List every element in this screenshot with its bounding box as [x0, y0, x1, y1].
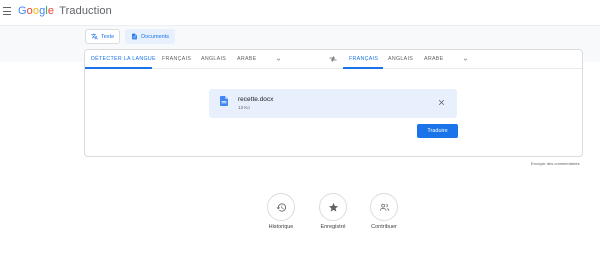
logo-letter: e: [47, 5, 55, 17]
history-circle: [267, 193, 295, 221]
document-icon: [132, 33, 137, 40]
file-size: 13 Ko: [238, 105, 250, 110]
history-label: Historique: [268, 224, 294, 230]
logo-letter: G: [18, 5, 27, 17]
source-lang-french[interactable]: FRANÇAIS: [162, 56, 191, 62]
product-name: Traduction: [59, 5, 112, 17]
file-icon: [220, 96, 228, 106]
source-active-indicator: [85, 67, 152, 69]
file-name: recette.docx: [238, 96, 274, 103]
saved-label: Enregistré: [320, 224, 346, 230]
close-icon[interactable]: [437, 98, 446, 107]
history-icon: [275, 202, 286, 212]
language-bar: DÉTECTER LA LANGUE FRANÇAIS ANGLAIS ARAB…: [85, 50, 582, 69]
feedback-link[interactable]: Envoyer des commentaires: [531, 161, 579, 166]
swap-languages-icon[interactable]: [329, 56, 337, 62]
chevron-down-icon[interactable]: [462, 56, 469, 63]
uploaded-file: recette.docx 13 Ko: [209, 89, 457, 118]
history-button[interactable]: Historique: [261, 193, 301, 230]
top-bar: Google Traduction: [0, 0, 600, 24]
source-lang-english[interactable]: ANGLAIS: [201, 56, 226, 62]
tab-text-label: Texte: [101, 33, 115, 40]
tab-text[interactable]: Texte: [85, 29, 121, 44]
translation-card: DÉTECTER LA LANGUE FRANÇAIS ANGLAIS ARAB…: [84, 49, 583, 157]
tab-documents[interactable]: Documents: [125, 29, 175, 44]
target-active-indicator: [343, 67, 383, 69]
star-icon: [328, 202, 338, 212]
translate-icon: [91, 33, 98, 40]
contribute-circle: [370, 193, 398, 221]
source-lang-arabic[interactable]: ARABE: [237, 56, 256, 62]
target-lang-english[interactable]: ANGLAIS: [388, 56, 413, 62]
chevron-down-icon[interactable]: [275, 56, 282, 63]
hamburger-menu-icon[interactable]: [3, 7, 11, 15]
contribute-icon: [379, 203, 389, 211]
source-lang-detect[interactable]: DÉTECTER LA LANGUE: [91, 56, 156, 62]
translate-button[interactable]: Traduire: [417, 124, 458, 138]
contribute-label: Contribuer: [371, 224, 397, 230]
saved-circle: [319, 193, 347, 221]
google-translate-logo[interactable]: Google Traduction: [18, 5, 112, 17]
saved-button[interactable]: Enregistré: [313, 193, 353, 230]
target-lang-arabic[interactable]: ARABE: [424, 56, 443, 62]
contribute-button[interactable]: Contribuer: [364, 193, 404, 230]
tab-documents-label: Documents: [141, 33, 169, 40]
target-lang-french[interactable]: FRANÇAIS: [349, 56, 378, 62]
mode-tabs: Texte Documents: [85, 29, 175, 44]
